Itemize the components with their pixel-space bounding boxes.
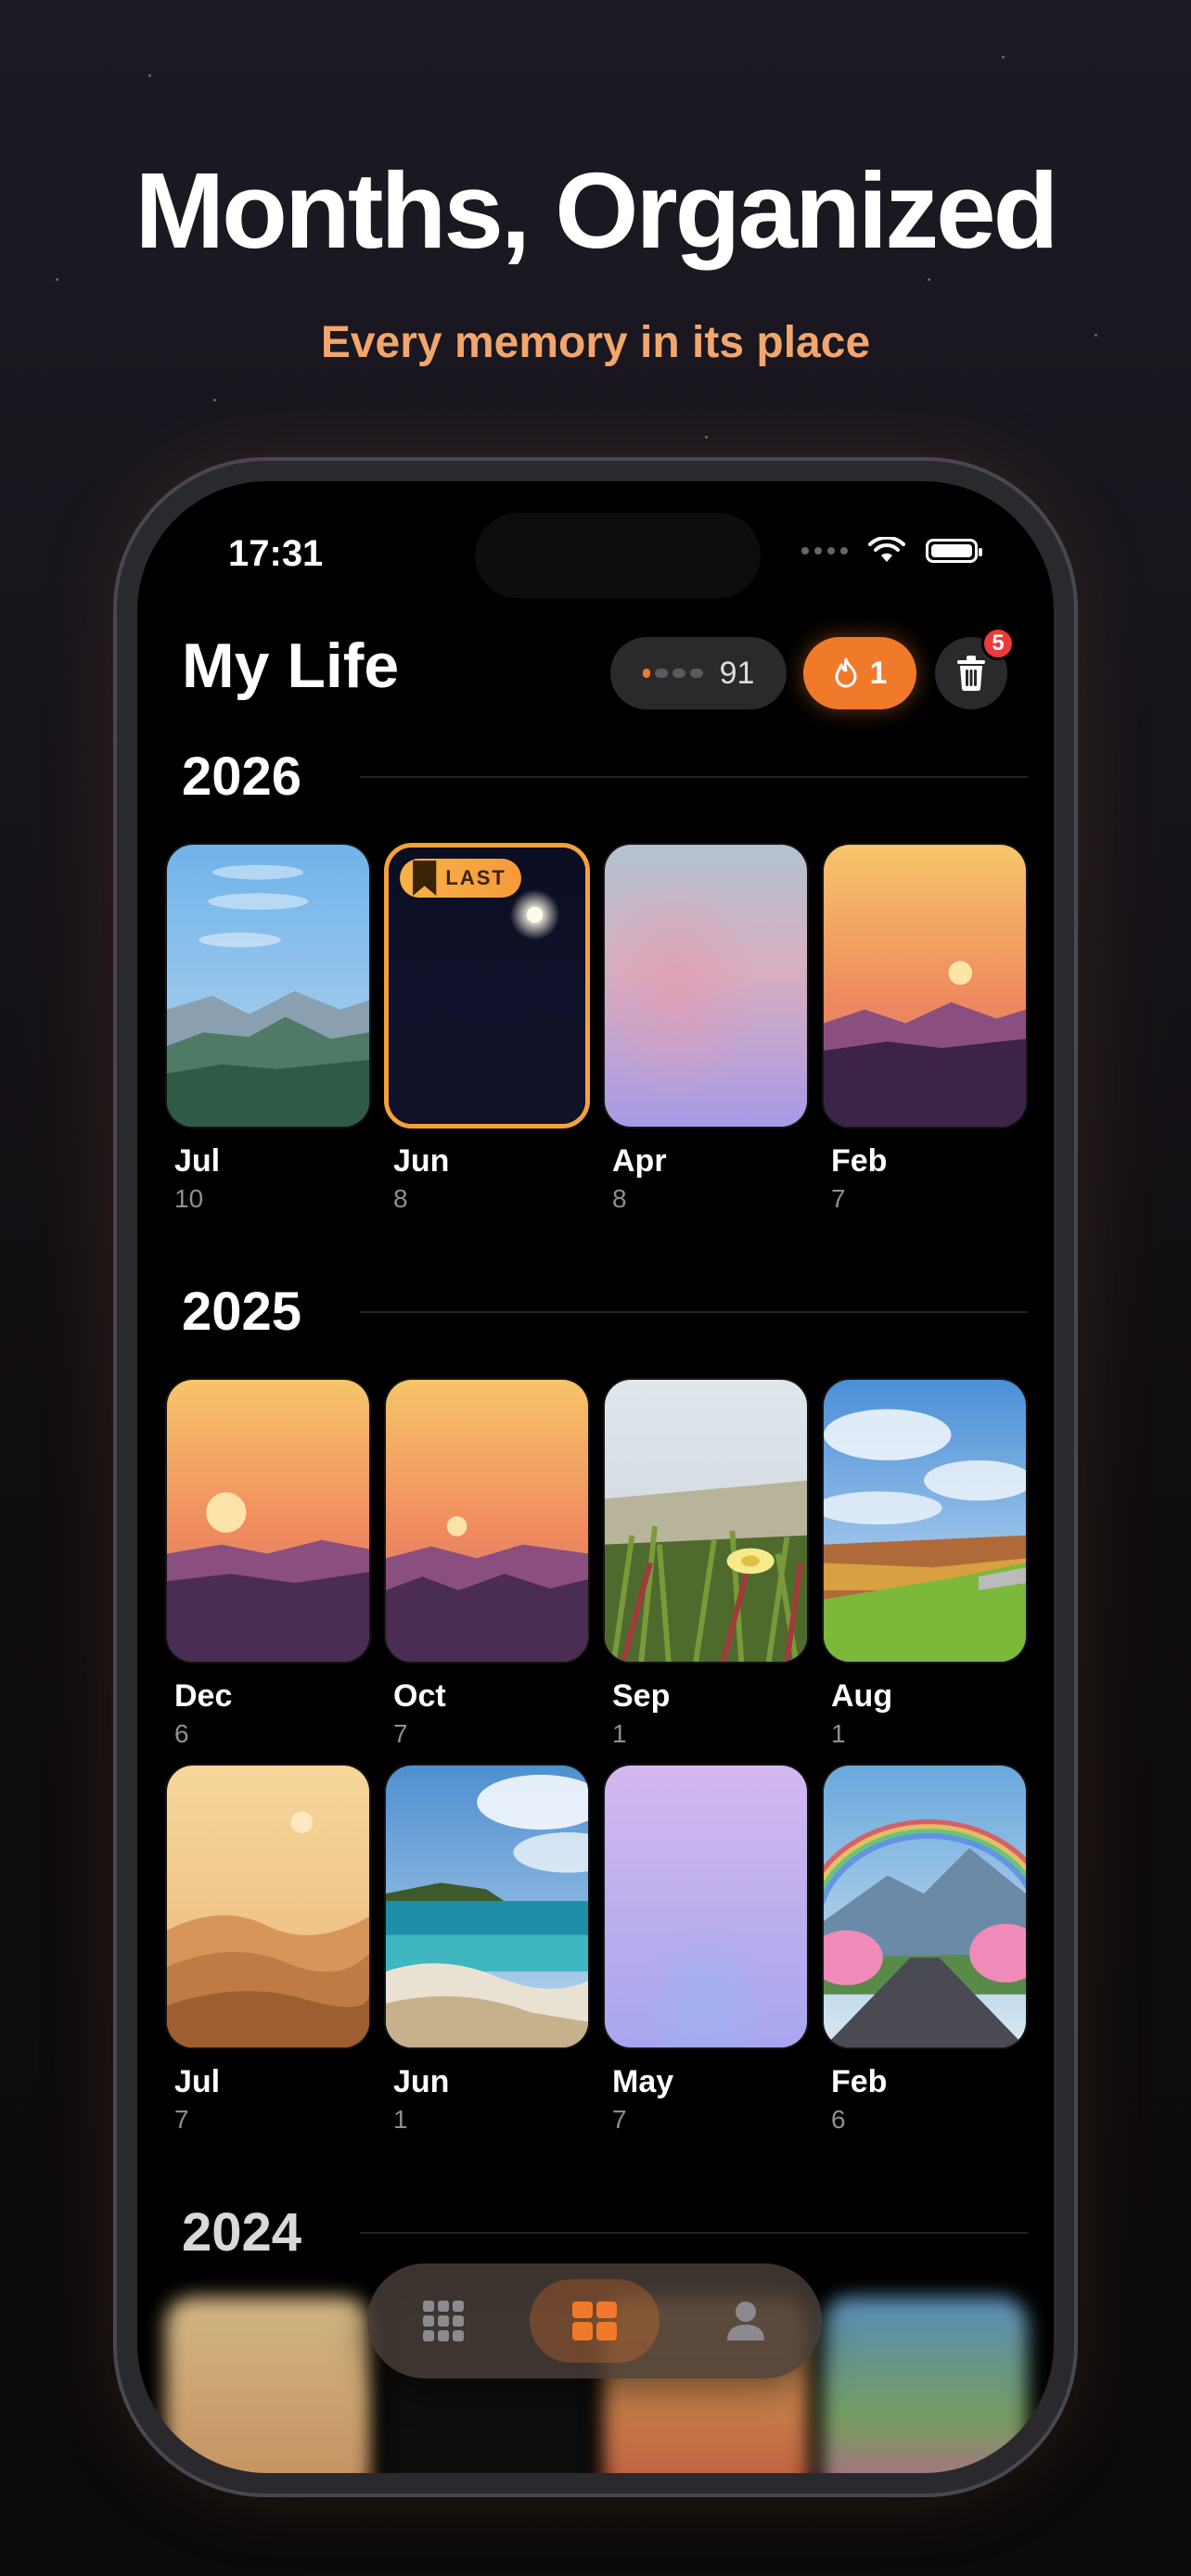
star	[213, 399, 216, 402]
year-divider	[360, 2232, 1028, 2234]
phone-frame: 17:31 My Life 91 1 5 2026 Jul 10 LAST Ju…	[117, 461, 1074, 2493]
month-count: 7	[831, 1184, 846, 1213]
tab-months[interactable]	[529, 2279, 660, 2363]
month-count: 1	[831, 1719, 846, 1748]
month-label: Jul	[174, 1143, 221, 1179]
year-heading-2024: 2024	[182, 2202, 302, 2263]
month-label: Sep	[612, 1678, 671, 1714]
page-title: My Life	[182, 631, 400, 701]
profile-icon	[727, 2302, 765, 2340]
month-card-sep-2025[interactable]	[603, 1378, 809, 1664]
hero-subheadline: Every memory in its place	[320, 318, 871, 367]
desert-image	[167, 1766, 369, 2047]
month-label: Jun	[393, 1143, 450, 1179]
month-count: 7	[612, 2105, 627, 2134]
dynamic-island	[475, 513, 761, 598]
month-card-feb-2025[interactable]	[822, 1764, 1028, 2049]
trash-count-badge: 5	[981, 627, 1015, 660]
battery-icon	[926, 539, 982, 563]
month-label: Dec	[174, 1678, 233, 1714]
month-label: Oct	[393, 1678, 446, 1714]
grid-icon	[422, 2301, 464, 2341]
sunset-image	[386, 1380, 588, 1662]
month-count: 8	[393, 1184, 408, 1213]
month-count: 1	[393, 2105, 408, 2134]
meadow-photo	[824, 1380, 1026, 1662]
star	[928, 278, 930, 281]
rainbow-road-photo	[824, 1766, 1026, 2047]
tab-profile[interactable]	[681, 2279, 811, 2363]
month-card-aug-2025[interactable]	[822, 1378, 1028, 1664]
sunset-image	[824, 845, 1026, 1127]
month-count: 6	[831, 2105, 846, 2134]
progress-pill[interactable]: 91	[610, 637, 787, 709]
month-count: 10	[174, 1184, 204, 1213]
month-label: May	[612, 2064, 674, 2099]
wifi-icon	[868, 537, 905, 562]
star	[56, 278, 58, 281]
flower-photo	[605, 1380, 807, 1662]
year-divider	[360, 1311, 1028, 1313]
star	[705, 436, 708, 439]
month-card-dec-2025[interactable]	[165, 1378, 371, 1664]
streak-count: 1	[869, 655, 888, 691]
month-card-feb-2026[interactable]	[822, 843, 1028, 1129]
flame-icon	[835, 657, 857, 688]
month-label: Jul	[174, 2064, 221, 2099]
hero-headline: Months, Organized	[134, 150, 1059, 271]
lavender-gradient-image	[605, 1766, 807, 2047]
year-heading-2025: 2025	[182, 1282, 302, 1342]
status-indicators	[801, 537, 982, 565]
star	[1002, 56, 1005, 58]
status-time: 17:31	[228, 533, 324, 574]
cellular-signal-icon	[801, 547, 848, 555]
month-count: 1	[612, 1719, 627, 1748]
tab-bar	[367, 2264, 822, 2378]
month-label: Aug	[831, 1678, 893, 1714]
month-count: 7	[393, 1719, 408, 1748]
month-count: 7	[174, 2105, 189, 2134]
month-card-jun-2026[interactable]: LAST	[384, 843, 590, 1129]
month-label: Apr	[612, 1143, 667, 1179]
month-card-jul-2026[interactable]	[165, 843, 371, 1129]
last-viewed-tag: LAST	[400, 859, 521, 898]
month-card-blurred[interactable]	[165, 2297, 371, 2473]
months-icon	[571, 2302, 617, 2340]
streak-button[interactable]: 1	[803, 637, 916, 709]
tab-grid[interactable]	[378, 2279, 508, 2363]
month-card-oct-2025[interactable]	[384, 1378, 590, 1664]
month-label: Jun	[393, 2064, 450, 2099]
month-card-blurred[interactable]	[822, 2297, 1028, 2473]
progress-dots	[642, 669, 703, 678]
mountains-image	[167, 845, 369, 1127]
progress-count: 91	[719, 655, 755, 691]
month-card-apr-2026[interactable]	[603, 843, 809, 1129]
star	[148, 74, 151, 77]
year-heading-2026: 2026	[182, 746, 302, 807]
sunset-image	[167, 1380, 369, 1662]
phone-screen: 17:31 My Life 91 1 5 2026 Jul 10 LAST Ju…	[137, 481, 1054, 2473]
month-count: 8	[612, 1184, 627, 1213]
last-tag-label: LAST	[445, 866, 506, 889]
beach-photo	[386, 1766, 588, 2047]
pastel-gradient-image	[605, 845, 807, 1127]
month-label: Feb	[831, 1143, 888, 1179]
bookmark-icon	[413, 861, 437, 896]
month-card-may-2025[interactable]	[603, 1764, 809, 2049]
month-card-jun-2025[interactable]	[384, 1764, 590, 2049]
month-label: Feb	[831, 2064, 888, 2099]
month-count: 6	[174, 1719, 189, 1748]
year-divider	[360, 776, 1028, 778]
trash-icon	[957, 656, 985, 692]
month-card-jul-2025[interactable]	[165, 1764, 371, 2049]
